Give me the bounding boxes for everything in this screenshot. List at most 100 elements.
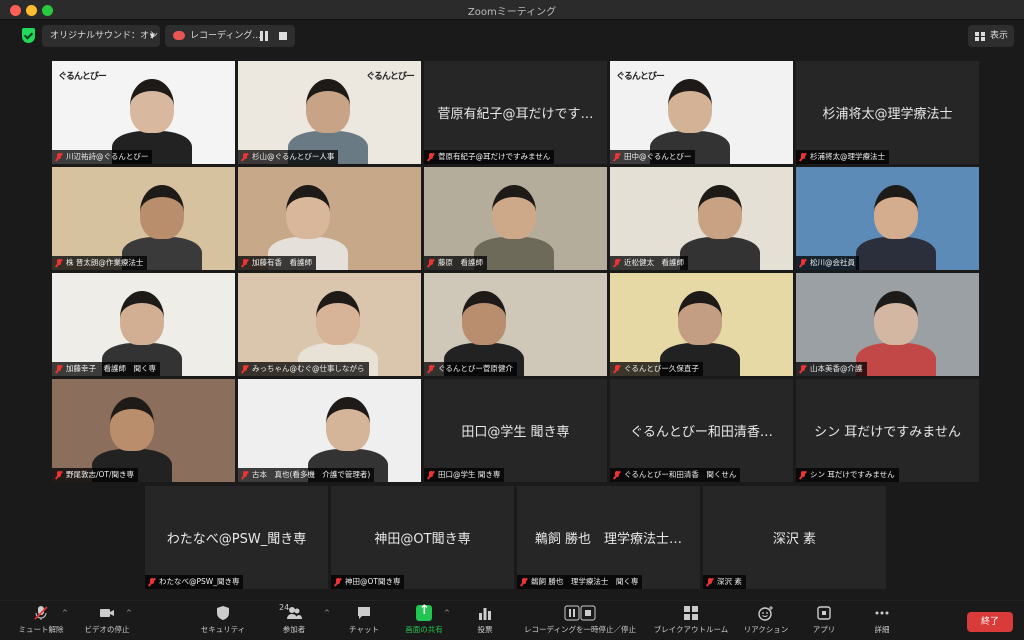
participant-display-name: 田口@学生 聞き専 [461, 425, 570, 440]
participant-name-label: みっちゃん@むぐ@仕事しながら [238, 362, 369, 376]
end-meeting-button[interactable]: 終了 [967, 612, 1013, 632]
participant-head [130, 79, 174, 133]
participant-tile[interactable]: 野尾敦志/OT/聞き専 [52, 379, 235, 482]
mic-muted-icon [800, 259, 806, 267]
participant-name-label: 田口@学生 聞き専 [424, 468, 505, 482]
pause-stop-icon [564, 605, 596, 621]
mic-muted-icon [614, 259, 620, 267]
participant-tile[interactable]: 神田@OT聞き専 神田@OT聞き専 [331, 486, 514, 589]
participant-tile[interactable]: 山本美香@介護 [796, 273, 979, 376]
participant-tile[interactable]: 松川@会社員 [796, 167, 979, 270]
participant-name-label: 杉浦将太@理学療法士 [796, 150, 889, 164]
participant-display-name: 神田@OT聞き専 [374, 532, 471, 547]
participant-video [52, 273, 235, 376]
participant-name-label: 神田@OT聞き専 [331, 575, 405, 589]
mic-muted-icon [242, 259, 248, 267]
encryption-shield-icon[interactable] [22, 28, 35, 43]
participant-video [424, 273, 607, 376]
participant-name-label: ぐるんとびー久保直子 [610, 362, 703, 376]
participant-head [140, 185, 184, 239]
participant-head [286, 185, 330, 239]
participant-tile[interactable]: ぐるんとびー和田清香… ぐるんとびー和田清香 聞くせん [610, 379, 793, 482]
company-logo-icon: ぐるんとびー [366, 69, 416, 95]
participant-tile[interactable]: 古本 真也(看多機 介護で管理者) [238, 379, 421, 482]
participant-tile[interactable]: ぐるんとびー 川辺祐詩@ぐるんとびー [52, 61, 235, 164]
participant-name: わたなべ@PSW_聞き専 [159, 577, 240, 586]
participant-name: ぐるんとびー和田清香 聞くせん [624, 470, 737, 479]
participant-tile[interactable]: 近松健太 看護師 [610, 167, 793, 270]
chevron-down-icon[interactable]: ▼ [150, 25, 155, 47]
pause-recording-button[interactable] [259, 31, 269, 41]
recording-control-button[interactable]: レコーディングを一時停止／停止 [510, 605, 650, 635]
participant-display-name: 鵜飼 勝也 理学療法士… [534, 532, 683, 547]
participant-name-label: 藤原 看護師 [424, 256, 487, 270]
participant-name-label: 近松健太 看護師 [610, 256, 688, 270]
participant-head [110, 397, 154, 451]
participant-tile[interactable]: ぐるんとびー久保直子 [610, 273, 793, 376]
share-label: 画面の共有 [405, 625, 443, 634]
participant-head [668, 79, 712, 133]
more-dots-icon [875, 611, 889, 615]
participant-tile[interactable]: 田口@学生 聞き専 田口@学生 聞き専 [424, 379, 607, 482]
participant-tile[interactable]: ぐるんとびー田中@ぐるんとびー [610, 61, 793, 164]
video-options-chevron-icon[interactable]: ^ [126, 609, 132, 617]
participant-tile[interactable]: 深沢 素深沢 素 [703, 486, 886, 589]
participant-tile[interactable]: 杉浦将太@理学療法士 杉浦将太@理学療法士 [796, 61, 979, 164]
company-logo-icon: ぐるんとびー [616, 69, 666, 95]
share-screen-icon [416, 603, 432, 621]
original-sound-button[interactable]: オリジナルサウンド：オン ▼ [42, 25, 160, 47]
participant-name: ぐるんとびー久保直子 [624, 364, 699, 373]
participant-name-label: 杉山@ぐるんとびー人事 [238, 150, 339, 164]
security-label: セキュリティ [200, 625, 246, 634]
participant-name: 株 晋太朗@作業療法士 [66, 258, 144, 267]
more-button[interactable]: 詳細 [847, 605, 917, 635]
participant-name: 杉浦将太@理学療法士 [810, 152, 885, 161]
participant-tile[interactable]: ぐるんとびー杉山@ぐるんとびー人事 [238, 61, 421, 164]
smiley-plus-icon [758, 606, 773, 621]
participant-video [52, 167, 235, 270]
view-button[interactable]: 表示 [968, 25, 1014, 47]
participant-name: 野尾敦志/OT/聞き専 [66, 470, 135, 479]
participant-head [698, 185, 742, 239]
security-button[interactable]: セキュリティ [188, 605, 258, 635]
participant-tile[interactable]: 菅原有紀子@耳だけです… 菅原有紀子@耳だけですみません [424, 61, 607, 164]
participant-head [120, 291, 164, 345]
share-options-chevron-icon[interactable]: ^ [444, 609, 450, 617]
participant-name: 近松健太 看護師 [624, 258, 684, 267]
participant-tile[interactable]: みっちゃん@むぐ@仕事しながら [238, 273, 421, 376]
participant-name-label: 川辺祐詩@ぐるんとびー [52, 150, 153, 164]
participants-button[interactable]: 24 参加者 [259, 603, 329, 635]
participant-display-name: 深沢 素 [772, 532, 817, 547]
breakout-rooms-button[interactable]: ブレイクアウトルーム [648, 605, 734, 635]
audio-options-chevron-icon[interactable]: ^ [62, 609, 68, 617]
participant-tile[interactable]: わたなべ@PSW_聞き専 わたなべ@PSW_聞き専 [145, 486, 328, 589]
participant-name: 田中@ぐるんとびー [624, 152, 692, 161]
stop-recording-button[interactable] [279, 32, 287, 40]
participant-display-name: ぐるんとびー和田清香… [630, 425, 773, 440]
participant-video [796, 167, 979, 270]
participant-tile[interactable]: 鵜飼 勝也 理学療法士… 鵜飼 勝也 理学療法士 聞く専 [517, 486, 700, 589]
participant-display-name: 菅原有紀子@耳だけです… [437, 107, 594, 122]
participant-tile[interactable]: 藤原 看護師 [424, 167, 607, 270]
view-label: 表示 [990, 31, 1009, 41]
participant-video [610, 167, 793, 270]
participant-name-label: 野尾敦志/OT/聞き専 [52, 468, 139, 482]
mic-muted-icon [614, 153, 620, 161]
participant-name: 神田@OT聞き専 [345, 577, 401, 586]
participant-tile[interactable]: シン 耳だけですみません シン 耳だけですみません [796, 379, 979, 482]
participant-tile[interactable]: 加藤有香 看護師 [238, 167, 421, 270]
participant-head [874, 185, 918, 239]
participant-name: みっちゃん@むぐ@仕事しながら [252, 364, 365, 373]
logo-wordmark: ぐるんとびー [366, 72, 415, 82]
participant-tile[interactable]: ぐるんとびー菅原健介 [424, 273, 607, 376]
mic-muted-icon [614, 365, 620, 373]
logo-wordmark: ぐるんとびー [616, 72, 665, 82]
participant-video [238, 379, 421, 482]
participant-name: 菅原有紀子@耳だけですみません [438, 152, 551, 161]
participant-tile[interactable]: 加藤幸子 看護師 聞く専 [52, 273, 235, 376]
participant-video: ぐるんとびー [52, 61, 235, 164]
participant-tile[interactable]: 株 晋太朗@作業療法士 [52, 167, 235, 270]
mic-muted-icon [242, 471, 248, 479]
cloud-recording-icon [173, 31, 185, 40]
participant-video [610, 273, 793, 376]
